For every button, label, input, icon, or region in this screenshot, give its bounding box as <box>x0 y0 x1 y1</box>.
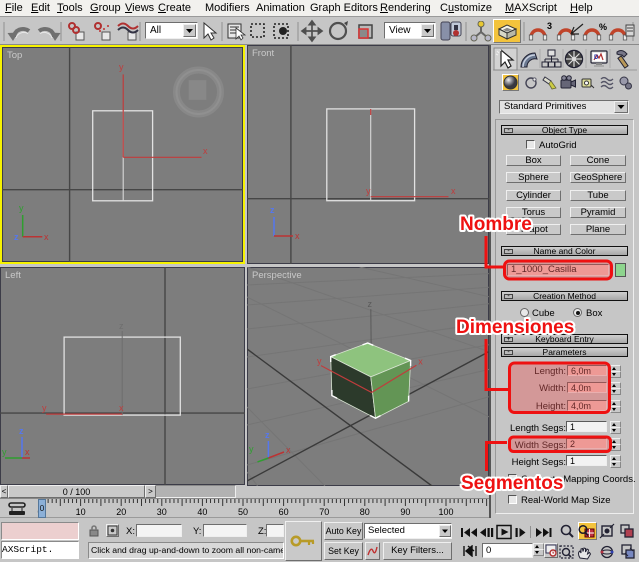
svg-text:z: z <box>270 205 275 215</box>
svg-text:y: y <box>366 186 371 196</box>
svg-text:90: 90 <box>400 507 410 517</box>
svg-text:z: z <box>119 321 124 331</box>
svg-text:x: x <box>119 403 124 413</box>
svg-text:20: 20 <box>116 507 126 517</box>
svg-text:y: y <box>317 356 322 366</box>
svg-text:%: % <box>599 22 607 32</box>
svg-text:10: 10 <box>76 507 86 517</box>
svg-text:Left: Left <box>5 270 21 281</box>
svg-text:3: 3 <box>547 21 552 31</box>
svg-text:z: z <box>14 232 19 242</box>
svg-text:x: x <box>295 231 300 241</box>
svg-text:Perspective: Perspective <box>252 270 302 281</box>
svg-text:x: x <box>451 186 456 196</box>
svg-text:x: x <box>418 356 423 366</box>
svg-text:80: 80 <box>360 507 370 517</box>
svg-text:y: y <box>42 403 47 413</box>
svg-text:x: x <box>25 447 30 457</box>
svg-text:y: y <box>2 447 7 457</box>
svg-text:30: 30 <box>157 507 167 517</box>
svg-text:x: x <box>44 232 49 242</box>
svg-text:50: 50 <box>238 507 248 517</box>
svg-text:70: 70 <box>319 507 329 517</box>
svg-text:y: y <box>119 62 124 72</box>
svg-text:Top: Top <box>7 50 22 61</box>
svg-text:x: x <box>286 445 291 455</box>
svg-text:40: 40 <box>197 507 207 517</box>
svg-text:z: z <box>19 426 24 436</box>
svg-text:z: z <box>265 430 270 440</box>
svg-text:x: x <box>203 146 208 156</box>
svg-text:100: 100 <box>438 507 453 517</box>
svg-text:z: z <box>368 299 373 309</box>
svg-text:D: D <box>594 55 599 61</box>
svg-text:y: y <box>249 444 254 454</box>
svg-text:60: 60 <box>279 507 289 517</box>
svg-text:y: y <box>19 203 24 213</box>
svg-text:Front: Front <box>252 48 275 59</box>
